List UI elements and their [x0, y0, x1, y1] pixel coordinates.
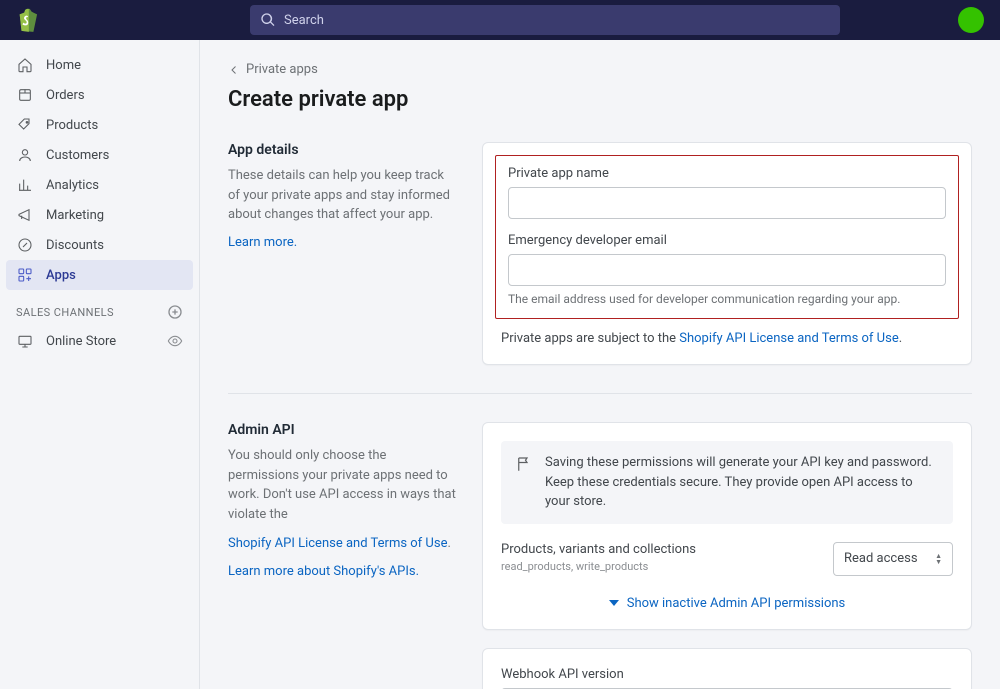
sidebar-section-channels: SALES CHANNELS [6, 290, 193, 326]
orders-icon [16, 86, 34, 104]
divider [228, 393, 972, 394]
permission-value: Read access [844, 551, 918, 566]
analytics-icon [16, 176, 34, 194]
page-title: Create private app [228, 87, 972, 112]
sidebar-item-label: Home [46, 58, 81, 73]
section-label: SALES CHANNELS [16, 306, 114, 319]
search-icon [260, 12, 276, 28]
section-title: Admin API [228, 422, 458, 438]
sidebar-item-apps[interactable]: Apps [6, 260, 193, 290]
select-caret-icon: ▲▼ [935, 553, 942, 565]
discounts-icon [16, 236, 34, 254]
sidebar-item-orders[interactable]: Orders [6, 80, 193, 110]
products-icon [16, 116, 34, 134]
admin-api-card: Saving these permissions will generate y… [482, 422, 972, 630]
sidebar-item-label: Marketing [46, 208, 104, 223]
app-details-card: Private app name Emergency developer ema… [482, 142, 972, 365]
content: Private apps Create private app App deta… [200, 40, 1000, 689]
webhook-card: Webhook API version 2020-04 (Latest) ▲▼ [482, 648, 972, 689]
search-input[interactable]: Search [250, 5, 840, 35]
chevron-left-icon [228, 64, 240, 76]
sidebar-item-home[interactable]: Home [6, 50, 193, 80]
caret-down-icon [609, 598, 619, 608]
shopify-logo [16, 8, 38, 32]
learn-api-link[interactable]: Learn more about Shopify's APIs. [228, 564, 419, 579]
webhook-label: Webhook API version [501, 667, 953, 682]
section-desc: These details can help you keep track of… [228, 166, 458, 225]
home-icon [16, 56, 34, 74]
sidebar-item-discounts[interactable]: Discounts [6, 230, 193, 260]
channel-label: Online Store [46, 334, 155, 349]
avatar[interactable] [958, 7, 984, 33]
license-link-2[interactable]: Shopify API License and Terms of Use [228, 534, 447, 554]
highlight-box: Private app name Emergency developer ema… [495, 155, 959, 319]
banner-text: Saving these permissions will generate y… [545, 453, 939, 512]
breadcrumb-back[interactable]: Private apps [228, 62, 972, 77]
learn-more-link[interactable]: Learn more. [228, 235, 297, 250]
sidebar-item-label: Apps [46, 268, 76, 283]
section-admin-api: Admin API You should only choose the per… [228, 422, 972, 689]
show-inactive-toggle[interactable]: Show inactive Admin API permissions [501, 596, 953, 611]
app-name-input[interactable] [508, 187, 946, 219]
section-desc: You should only choose the permissions y… [228, 446, 458, 554]
sidebar-item-label: Products [46, 118, 98, 133]
sidebar-item-label: Discounts [46, 238, 104, 253]
add-channel-button[interactable] [167, 304, 183, 320]
license-notice: Private apps are subject to the Shopify … [501, 331, 953, 346]
customers-icon [16, 146, 34, 164]
online-store-icon [16, 332, 34, 350]
sidebar: Home Orders Products Customers Analytics… [0, 40, 200, 689]
channel-online-store[interactable]: Online Store [6, 326, 193, 356]
sidebar-item-label: Customers [46, 148, 109, 163]
flag-icon [515, 455, 533, 473]
section-app-details: App details These details can help you k… [228, 142, 972, 365]
search-placeholder: Search [284, 13, 324, 28]
sidebar-item-customers[interactable]: Customers [6, 140, 193, 170]
show-more-label: Show inactive Admin API permissions [627, 596, 846, 611]
permission-row: Products, variants and collections read_… [501, 542, 953, 576]
sidebar-item-label: Analytics [46, 178, 99, 193]
info-banner: Saving these permissions will generate y… [501, 441, 953, 524]
permission-scopes: read_products, write_products [501, 560, 696, 573]
permission-select[interactable]: Read access ▲▼ [833, 542, 953, 576]
email-label: Emergency developer email [508, 233, 946, 248]
sidebar-item-marketing[interactable]: Marketing [6, 200, 193, 230]
sidebar-item-analytics[interactable]: Analytics [6, 170, 193, 200]
apps-icon [16, 266, 34, 284]
license-link[interactable]: Shopify API License and Terms of Use [679, 331, 898, 346]
sidebar-item-products[interactable]: Products [6, 110, 193, 140]
section-title: App details [228, 142, 458, 158]
view-store-icon[interactable] [167, 333, 183, 349]
marketing-icon [16, 206, 34, 224]
breadcrumb-label: Private apps [246, 62, 318, 77]
sidebar-item-label: Orders [46, 88, 85, 103]
email-input[interactable] [508, 254, 946, 286]
app-name-label: Private app name [508, 166, 946, 181]
topbar: Search [0, 0, 1000, 40]
permission-title: Products, variants and collections [501, 542, 696, 557]
email-helper: The email address used for developer com… [508, 292, 946, 306]
